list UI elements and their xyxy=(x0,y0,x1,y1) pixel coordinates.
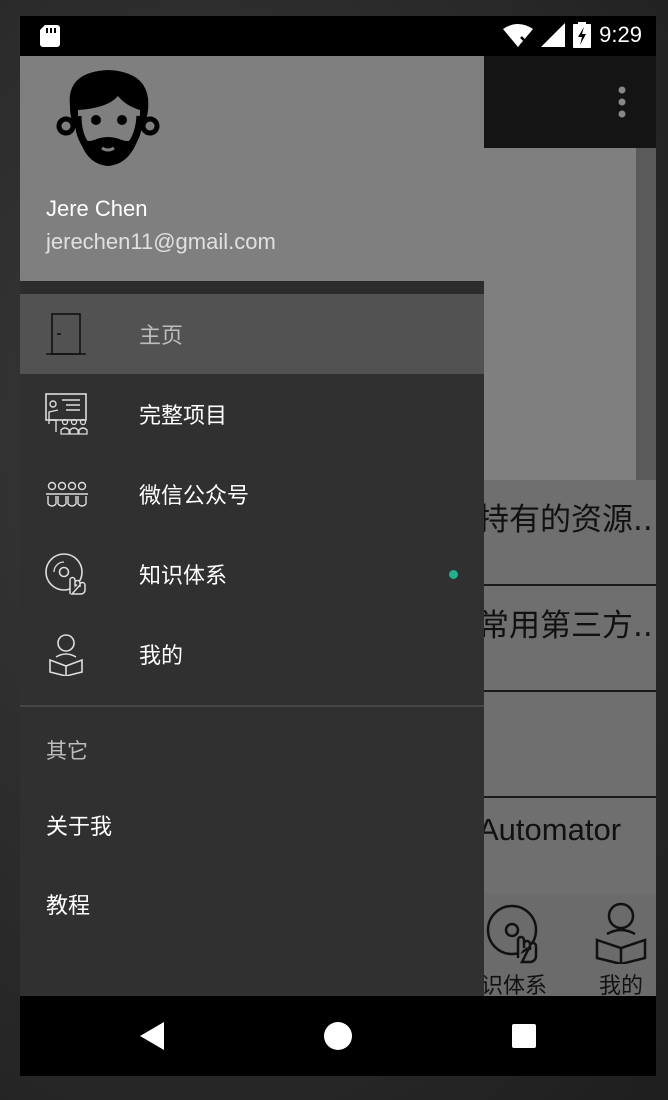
user-email: jerechen11@gmail.com xyxy=(46,229,276,254)
bottom-nav-mine[interactable]: 我的 xyxy=(586,900,656,1000)
header-separator xyxy=(20,281,484,294)
phone-screen: 9:29 持有的资源.. 常用第三方... Automator 识体系 我的 J… xyxy=(20,16,656,1076)
drawer-item-label: 知识体系 xyxy=(139,564,228,589)
list-item-title: Automator xyxy=(478,812,622,847)
status-icons: 9:29 xyxy=(503,22,642,48)
notification-dot xyxy=(449,570,458,579)
battery-charging-icon xyxy=(573,22,592,48)
drawer-header: Jere Chen jerechen11@gmail.com xyxy=(20,56,484,281)
door-icon xyxy=(46,313,86,355)
disc-hand-icon xyxy=(45,553,86,595)
drawer-item-mine[interactable]: 我的 xyxy=(20,614,484,694)
drawer-item-home[interactable]: 主页 xyxy=(20,294,484,374)
drawer-item-knowledge[interactable]: 知识体系 xyxy=(20,534,484,614)
classroom-icon xyxy=(45,393,88,435)
drawer-item-tutorial[interactable]: 教程 xyxy=(20,866,484,946)
person-reading-icon xyxy=(49,634,83,676)
bottom-nav-knowledge[interactable]: 识体系 xyxy=(474,900,554,1000)
drawer-item-label: 我的 xyxy=(139,644,184,669)
user-name: Jere Chen xyxy=(46,196,148,221)
drawer-item-wechat[interactable]: 微信公众号 xyxy=(20,454,484,534)
drawer-item-label: 教程 xyxy=(46,894,91,919)
drawer-item-label: 关于我 xyxy=(46,815,113,840)
drawer-item-projects[interactable]: 完整项目 xyxy=(20,374,484,454)
clock: 9:29 xyxy=(599,22,642,47)
drawer-item-label: 微信公众号 xyxy=(139,484,250,509)
back-icon[interactable] xyxy=(132,1016,172,1056)
signal-icon xyxy=(541,23,566,47)
drawer-item-label: 完整项目 xyxy=(139,404,228,429)
section-title: 其它 xyxy=(46,739,88,763)
recents-icon[interactable] xyxy=(504,1016,544,1056)
list-item-title: 常用第三方... xyxy=(478,608,652,644)
drawer-menu: 主页 完整项目 微信公众号 知识体系 我的 xyxy=(20,294,484,694)
navigation-drawer: Jere Chen jerechen11@gmail.com 主页 完整项目 微… xyxy=(20,56,484,996)
device-frame: 9:29 持有的资源.. 常用第三方... Automator 识体系 我的 J… xyxy=(0,0,668,1100)
overflow-menu-icon[interactable] xyxy=(618,86,626,118)
disc-hand-icon xyxy=(486,904,538,964)
status-bar: 9:29 xyxy=(20,16,656,56)
sd-card-icon xyxy=(40,25,60,47)
person-reading-icon xyxy=(595,902,647,966)
menu-divider xyxy=(20,705,484,707)
banner-strip xyxy=(636,148,656,480)
wifi-icon xyxy=(503,24,534,47)
home-icon[interactable] xyxy=(318,1016,358,1056)
list-item-title: 持有的资源.. xyxy=(478,502,652,538)
drawer-item-label: 主页 xyxy=(139,324,184,349)
people-group-icon xyxy=(46,481,88,507)
avatar[interactable] xyxy=(56,66,160,170)
system-navigation-bar xyxy=(20,996,656,1076)
drawer-item-about[interactable]: 关于我 xyxy=(20,787,484,867)
